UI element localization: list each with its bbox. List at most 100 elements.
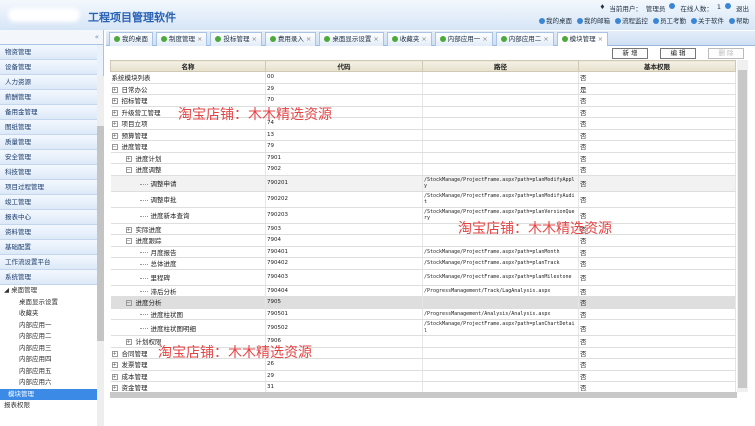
collapse-icon[interactable]: − — [125, 300, 132, 307]
add-button[interactable]: 新 增 — [612, 48, 648, 59]
delete-button[interactable]: 删 除 — [708, 48, 744, 59]
table-row[interactable]: 调整审批 790202/StockManage/ProjectFrame.aspx… — [110, 191, 736, 208]
table-row[interactable]: − 进度跟踪 7904 否 — [110, 234, 736, 247]
sidebar-scrollbar[interactable] — [97, 76, 104, 426]
table-row[interactable]: + 预算管理 13 否 — [110, 129, 736, 141]
sidebar-item[interactable]: 安全管理 — [0, 150, 97, 165]
expand-icon[interactable]: + — [111, 86, 118, 93]
expand-icon[interactable]: + — [111, 385, 118, 392]
grid-vertical-scrollbar[interactable] — [737, 60, 748, 392]
column-header-name[interactable]: 名称 — [110, 60, 266, 72]
sidebar-subitem[interactable]: 内部应用五 — [0, 365, 97, 377]
close-icon[interactable]: × — [482, 35, 487, 43]
tab[interactable]: 制度管理 × — [156, 32, 208, 46]
sidebar-subitem[interactable]: 桌面显示设置 — [0, 296, 97, 308]
table-row[interactable]: 滞后分析 790404/ProgressManagement/Track/LagA… — [110, 285, 736, 297]
header-link-mail[interactable]: 我的邮箱 — [577, 15, 610, 25]
sidebar-item[interactable]: 备用金管理 — [0, 105, 97, 120]
sidebar-item[interactable]: 项目过程管理 — [0, 180, 97, 195]
column-header-permission[interactable]: 基本权限 — [578, 60, 736, 72]
expand-icon[interactable]: + — [111, 109, 118, 116]
expand-icon[interactable]: + — [111, 350, 118, 357]
sidebar-item[interactable]: 系统管理 — [0, 270, 97, 285]
column-header-path[interactable]: 路径 — [422, 60, 579, 72]
expand-icon[interactable]: + — [125, 226, 132, 233]
table-row[interactable]: 调整申请 790201/StockManage/ProjectFrame.aspx… — [110, 175, 736, 192]
table-row[interactable]: 里程碑 790403/StockManage/ProjectFrame.aspx?… — [110, 269, 736, 286]
collapse-icon[interactable]: − — [125, 238, 132, 245]
close-icon[interactable]: × — [251, 35, 256, 43]
edit-button[interactable]: 编 辑 — [660, 48, 696, 59]
sidebar-scroll-thumb[interactable] — [97, 126, 104, 341]
table-row[interactable]: 月度报告 790401/StockManage/ProjectFrame.aspx… — [110, 246, 736, 258]
table-row[interactable]: + 实际进度 7903 否 — [110, 223, 736, 235]
expand-icon[interactable]: + — [125, 339, 132, 346]
sidebar-subitem[interactable]: 报表权限 — [0, 400, 97, 412]
header-link-desktop[interactable]: 我的桌面 — [539, 15, 572, 25]
table-row[interactable]: − 进度管理 79 否 — [110, 140, 736, 153]
sidebar-subitem[interactable]: 收藏夹 — [0, 308, 97, 320]
sidebar-item[interactable]: 物资管理 — [0, 45, 97, 60]
table-row[interactable]: + 进度计划 7901 否 — [110, 152, 736, 164]
sidebar-item[interactable]: 基础配置 — [0, 240, 97, 255]
close-icon[interactable]: × — [598, 35, 603, 43]
collapse-icon[interactable]: − — [125, 167, 132, 174]
sidebar-item[interactable]: 人力资源 — [0, 75, 97, 90]
sidebar-item[interactable]: 图纸管理 — [0, 120, 97, 135]
close-icon[interactable]: × — [543, 35, 548, 43]
table-row[interactable]: 总体进度 790402/StockManage/ProjectFrame.aspx… — [110, 257, 736, 270]
tab[interactable]: 我的桌面 — [109, 32, 153, 46]
table-row[interactable]: + 成本管理 29 否 — [110, 370, 736, 382]
logout-link[interactable]: 退出 — [736, 3, 749, 13]
header-link-attendance[interactable]: 员工考勤 — [653, 15, 686, 25]
grid-horizontal-scrollbar[interactable] — [110, 392, 737, 398]
sidebar-item[interactable]: 设备管理 — [0, 60, 97, 75]
sidebar-collapse-button[interactable]: « — [0, 30, 103, 45]
expand-icon[interactable]: + — [111, 98, 118, 105]
sidebar-item[interactable]: 薪酬管理 — [0, 90, 97, 105]
collapse-icon[interactable]: − — [111, 144, 118, 151]
table-row[interactable]: + 资金管理 31 否 — [110, 381, 736, 392]
table-row[interactable]: 进度柱状图明细 790502/StockManage/ProjectFrame.a… — [110, 319, 736, 336]
table-row[interactable]: + 日常办公 29 是 — [110, 83, 736, 95]
expand-icon[interactable]: + — [111, 132, 118, 139]
expand-icon[interactable]: + — [111, 373, 118, 380]
tab[interactable]: 模块管理 × — [556, 32, 609, 46]
sidebar-subitem[interactable]: 内部应用二 — [0, 331, 97, 343]
header-link-workflow[interactable]: 流程监控 — [615, 15, 648, 25]
close-icon[interactable]: × — [421, 35, 426, 43]
grid-scroll-thumb[interactable] — [738, 70, 747, 388]
expand-icon[interactable]: + — [125, 155, 132, 162]
sidebar-item[interactable]: 资料管理 — [0, 225, 97, 240]
sidebar-item[interactable]: 报表中心 — [0, 210, 97, 225]
sidebar-subitem[interactable]: 内部应用三 — [0, 342, 97, 354]
close-icon[interactable]: × — [373, 35, 378, 43]
table-row[interactable]: 进度柱状图 790501/ProgressManagement/Analysis/… — [110, 308, 736, 320]
header-link-help[interactable]: 帮助 — [729, 15, 749, 25]
header-link-about[interactable]: 关于软件 — [691, 15, 724, 25]
tab[interactable]: 桌面显示设置 × — [319, 32, 384, 46]
table-row[interactable]: 系统模块列表 00 否 — [110, 71, 736, 84]
close-icon[interactable]: × — [306, 35, 311, 43]
sidebar-item[interactable]: 质量管理 — [0, 135, 97, 150]
tab[interactable]: 内部应用一 × — [434, 32, 493, 46]
sidebar-subitem[interactable]: 内部应用一 — [0, 319, 97, 331]
sidebar-subitem[interactable]: 内部应用六 — [0, 377, 97, 389]
sidebar-subitem[interactable]: 内部应用四 — [0, 354, 97, 366]
tab[interactable]: 投标管理 × — [210, 32, 262, 46]
sidebar-item[interactable]: 科技管理 — [0, 165, 97, 180]
close-icon[interactable]: × — [197, 35, 202, 43]
tab[interactable]: 费用录入 × — [264, 32, 317, 46]
table-row[interactable]: − 进度分析 7905 否 — [110, 296, 736, 309]
sidebar-group-desktop[interactable]: ◢ 桌面管理 — [0, 285, 97, 297]
sidebar-item[interactable]: 竣工管理 — [0, 195, 97, 210]
table-row[interactable]: − 进度调整 7902 否 — [110, 163, 736, 176]
sidebar-subitem-module-management[interactable]: 模块管理 — [0, 388, 97, 400]
expand-icon[interactable]: + — [111, 362, 118, 369]
sidebar-item[interactable]: 工作流设置平台 — [0, 255, 97, 270]
tab[interactable]: 内部应用二 × — [495, 32, 554, 46]
column-header-code[interactable]: 代码 — [265, 60, 423, 72]
tab[interactable]: 收藏夹 × — [386, 32, 432, 46]
expand-icon[interactable]: + — [111, 121, 118, 128]
table-row[interactable]: 进度新本查询 790203/StockManage/ProjectFrame.as… — [110, 207, 736, 224]
